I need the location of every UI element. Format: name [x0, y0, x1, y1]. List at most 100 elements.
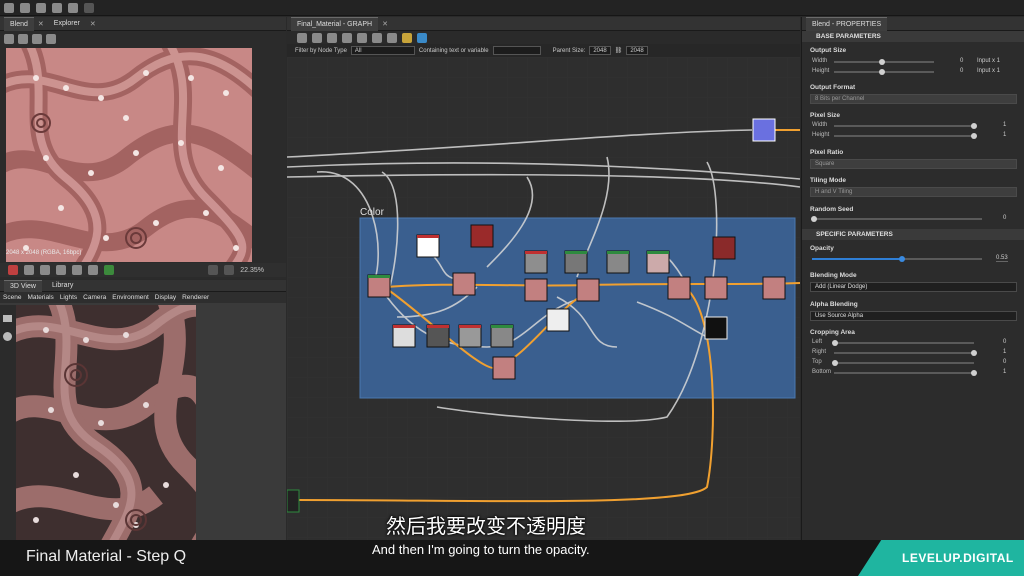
pixel-width-slider[interactable] — [834, 125, 974, 127]
graph-header: Final_Material - GRAPH ✕ — [287, 16, 800, 31]
pixel-height-slider[interactable] — [834, 135, 974, 137]
save-image-icon[interactable] — [18, 34, 28, 44]
camera-icon[interactable] — [327, 32, 337, 43]
crop-bottom-value[interactable]: 1 — [1003, 369, 1006, 375]
base-parameters-header[interactable]: BASE PARAMETERS — [802, 31, 1024, 42]
tab-library[interactable]: Library — [46, 280, 79, 292]
output-height-value[interactable]: 0 — [960, 68, 963, 74]
opacity-knob[interactable] — [899, 256, 906, 262]
menu-display[interactable]: Display — [155, 294, 176, 301]
random-seed-slider[interactable] — [812, 218, 982, 220]
tab-graph[interactable]: Final_Material - GRAPH — [291, 16, 379, 31]
random-seed-knob[interactable] — [811, 216, 817, 222]
crop-left-label: Left — [812, 339, 823, 345]
app-window: Blend ✕ Explorer ✕ 2048 x 2048 (RGBA, 16… — [0, 0, 1024, 576]
preview-3d-viewport[interactable] — [16, 305, 196, 541]
menu-lights[interactable]: Lights — [60, 294, 77, 301]
frame-icon[interactable] — [297, 32, 307, 43]
fx-icon[interactable] — [417, 32, 427, 43]
crop-right-knob[interactable] — [971, 350, 977, 356]
crop-right-slider[interactable] — [834, 352, 974, 354]
copy-icon[interactable] — [32, 34, 42, 44]
output-width-knob[interactable] — [879, 59, 885, 65]
add-node-icon[interactable] — [312, 32, 322, 43]
crop-right-value[interactable]: 1 — [1003, 349, 1006, 355]
crop-left-value[interactable]: 0 — [1003, 339, 1006, 345]
crop-top-label: Top — [812, 359, 822, 365]
channel-icon[interactable] — [8, 265, 18, 275]
tab-blend[interactable]: Blend — [4, 16, 34, 31]
output-format-select[interactable]: 8 Bits per Channel — [810, 94, 1017, 104]
tab-explorer[interactable]: Explorer — [48, 17, 86, 31]
contains-input[interactable] — [492, 46, 541, 55]
pixel-height-knob[interactable] — [971, 133, 977, 139]
specific-parameters-header[interactable]: SPECIFIC PARAMETERS — [802, 229, 1024, 240]
close-icon[interactable]: ✕ — [38, 20, 44, 28]
open-icon[interactable] — [20, 2, 30, 13]
zoom-reset-icon[interactable] — [224, 265, 235, 275]
checker-icon[interactable] — [40, 265, 50, 275]
menu-environment[interactable]: Environment — [112, 294, 149, 301]
alpha-blending-select[interactable]: Use Source Alpha — [810, 311, 1017, 321]
light-icon[interactable] — [3, 332, 12, 341]
fit-icon[interactable] — [208, 265, 219, 275]
opacity-value[interactable]: 0.53 — [996, 255, 1008, 262]
crop-bottom-slider[interactable] — [834, 372, 974, 374]
crop-left-slider[interactable] — [834, 342, 974, 344]
menu-camera[interactable]: Camera — [83, 294, 106, 301]
tab-3d-view[interactable]: 3D View — [4, 279, 42, 292]
parent-size-h-select[interactable]: 2048 — [626, 46, 648, 55]
tab-properties[interactable]: Blend - PROPERTIES — [806, 16, 888, 31]
menu-materials[interactable]: Materials — [27, 294, 53, 301]
settings-icon[interactable] — [4, 34, 14, 44]
video-title: Final Material - Step Q — [26, 548, 187, 565]
tiling-mode-select[interactable]: H and V Tiling — [810, 187, 1017, 197]
output-width-mode[interactable]: Input x 1 — [977, 58, 1000, 64]
crop-bottom-knob[interactable] — [971, 370, 977, 376]
grid-icon[interactable] — [24, 265, 34, 275]
blending-mode-select[interactable]: Add (Linear Dodge) — [810, 282, 1017, 292]
crop-top-knob[interactable] — [832, 360, 838, 366]
crop-left-knob[interactable] — [832, 340, 838, 346]
opacity-slider[interactable] — [812, 258, 982, 260]
link-icon[interactable]: ⛓ — [615, 47, 623, 54]
save-icon[interactable] — [36, 2, 46, 13]
menu-scene[interactable]: Scene — [3, 294, 21, 301]
pixel-width-knob[interactable] — [971, 123, 977, 129]
save-all-icon[interactable] — [52, 2, 62, 13]
undo-icon[interactable] — [68, 2, 78, 13]
camera-icon[interactable] — [3, 315, 12, 322]
graph-panel[interactable]: Color — [287, 17, 800, 540]
graph-canvas[interactable]: Color — [287, 17, 800, 540]
crop-top-slider[interactable] — [834, 362, 974, 364]
info-icon[interactable] — [72, 265, 82, 275]
close-icon[interactable]: ✕ — [382, 20, 388, 28]
view-2d-header: Blend ✕ Explorer ✕ — [0, 16, 286, 31]
new-icon[interactable] — [4, 2, 14, 13]
python-icon[interactable] — [402, 32, 412, 43]
pixel-ratio-select[interactable]: Square — [810, 159, 1017, 169]
color-picker-icon[interactable] — [104, 265, 114, 275]
image-icon[interactable] — [46, 34, 56, 44]
output-height-label: Height — [812, 68, 830, 74]
redo-icon[interactable] — [84, 2, 94, 13]
info-icon[interactable] — [342, 32, 352, 43]
texture-preview-2d[interactable] — [6, 48, 252, 262]
output-height-mode[interactable]: Input x 1 — [977, 68, 1000, 74]
pixel-width-value[interactable]: 1 — [1003, 122, 1006, 128]
crop-top-value[interactable]: 0 — [1003, 359, 1006, 365]
parameter-icon[interactable] — [372, 32, 382, 43]
menu-renderer[interactable]: Renderer — [182, 294, 209, 301]
filter-select[interactable]: All — [350, 46, 415, 55]
align-icon[interactable] — [357, 32, 367, 43]
parent-size-w-select[interactable]: 2048 — [589, 46, 611, 55]
zoom-level[interactable]: 22.35% — [240, 267, 264, 274]
histogram-icon[interactable] — [88, 265, 98, 275]
tree-icon[interactable] — [387, 32, 397, 43]
close-icon[interactable]: ✕ — [90, 20, 96, 28]
tile-icon[interactable] — [56, 265, 66, 275]
output-height-knob[interactable] — [879, 69, 885, 75]
output-width-value[interactable]: 0 — [960, 58, 963, 64]
random-seed-value[interactable]: 0 — [1003, 215, 1006, 221]
pixel-height-value[interactable]: 1 — [1003, 132, 1006, 138]
